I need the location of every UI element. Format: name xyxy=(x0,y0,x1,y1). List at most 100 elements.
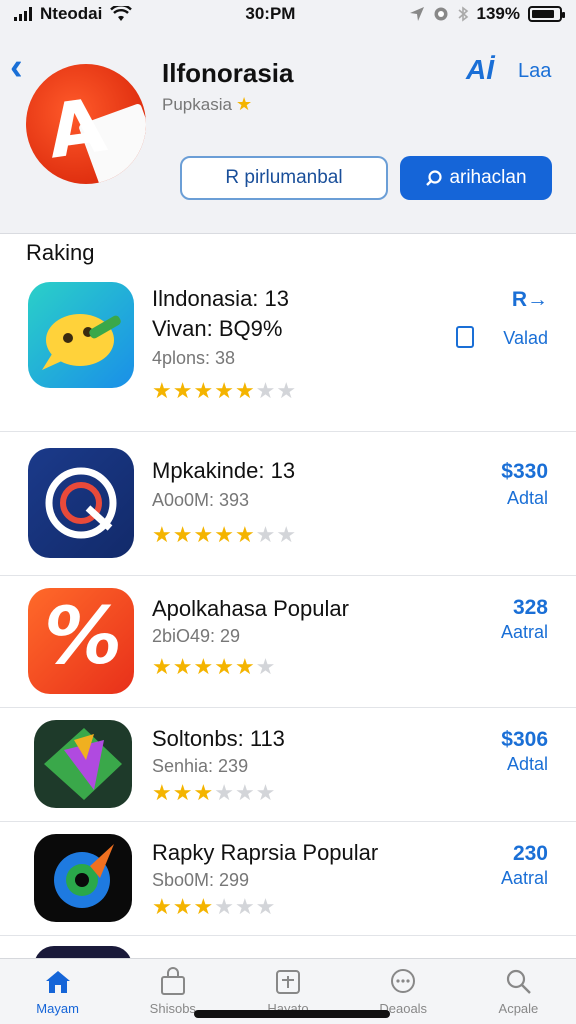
star-filled-icon: ★ xyxy=(172,522,194,547)
row-action[interactable]: Adtal xyxy=(507,488,548,509)
app-name: Ilndonasia: 13 xyxy=(152,286,289,311)
price-label: $306 xyxy=(501,728,548,751)
search-action-label: arihaclan xyxy=(449,167,527,188)
app-meta: 4plons: 38 xyxy=(152,348,236,368)
star-filled-icon: ★ xyxy=(152,378,173,403)
list-item[interactable]: Mpkakinde: 13 A0o0M: 393 ★★★★★★★ $330 Ad… xyxy=(0,432,576,576)
carrier-name: Nteodai xyxy=(40,4,103,23)
price-label: 328 xyxy=(512,596,548,619)
star-filled-icon: ★ xyxy=(172,654,194,679)
star-filled-icon: ★ xyxy=(172,378,194,403)
star-filled-icon: ★ xyxy=(214,378,235,403)
app-subtitle: Pupkasia ★ xyxy=(162,94,252,115)
star-filled-icon: ★ xyxy=(172,780,194,805)
star-filled-icon: ★ xyxy=(214,522,235,547)
app-icon-spiral xyxy=(34,834,132,922)
star-filled-icon: ★ xyxy=(193,522,215,547)
star-filled-icon: ★ xyxy=(172,894,194,919)
app-meta: Senhia: 239 xyxy=(152,756,249,776)
search-action-button[interactable]: arihaclan xyxy=(400,156,552,200)
section-title: Raking xyxy=(26,240,95,265)
tab-label: Shisobs xyxy=(149,1001,196,1016)
status-time: 30:PM xyxy=(245,4,296,23)
home-icon xyxy=(45,971,70,993)
row-action[interactable]: Aatral xyxy=(501,622,548,643)
outline-button[interactable]: R pirlumanbal xyxy=(180,156,388,200)
back-chevron-icon[interactable]: ‹ xyxy=(10,48,36,86)
star-empty-icon: ★ xyxy=(255,522,277,547)
star-empty-icon: ★ xyxy=(276,522,298,547)
rating-stars: ★★★★★★★ xyxy=(152,522,297,548)
app-name: Rapky Raprsia Popular xyxy=(152,840,379,865)
star-empty-icon: ★ xyxy=(255,378,277,403)
chat-icon xyxy=(391,969,416,993)
star-filled-icon: ★ xyxy=(152,894,173,919)
ranking-list: Ilndonasia: 13 Vivan: BQ9% 4plons: 38 ★★… xyxy=(0,278,576,966)
swirl-logo-icon xyxy=(45,467,117,539)
app-meta: Sbo0M: 299 xyxy=(152,870,250,890)
battery-icon xyxy=(528,6,565,22)
list-item[interactable]: Soltonbs: 113 Senhia: 239 ★★★★★★ $306 Ad… xyxy=(0,708,576,822)
app-name: Mpkakinde: 13 xyxy=(152,458,296,483)
row-action[interactable]: Adtal xyxy=(507,754,548,775)
star-filled-icon: ★ xyxy=(193,894,215,919)
app-subtitle-text: Pupkasia xyxy=(162,94,232,114)
rating-stars: ★★★★★★★ xyxy=(152,378,297,404)
row-action[interactable]: Aatral xyxy=(501,868,548,889)
tab-label: Mayam xyxy=(36,1001,79,1016)
star-empty-icon: ★ xyxy=(255,780,277,805)
status-right: 139% xyxy=(409,4,565,24)
app-icon-chat-emoji xyxy=(28,282,134,388)
percent-glyph-icon: % xyxy=(44,592,123,682)
tab-search[interactable]: Acpale xyxy=(461,959,576,1024)
app-title: Ilfonorasia xyxy=(162,58,294,88)
tab-home[interactable]: Mayam xyxy=(0,959,115,1024)
star-filled-icon: ★ xyxy=(193,780,215,805)
plus-box-icon xyxy=(276,970,300,994)
bag-icon xyxy=(456,326,474,348)
header-link[interactable]: Laa xyxy=(518,60,551,83)
star-empty-icon: ★ xyxy=(214,894,235,919)
star-empty-icon: ★ xyxy=(255,894,277,919)
star-filled-icon: ★ xyxy=(193,654,215,679)
translate-icon[interactable]: Aİ xyxy=(466,54,494,86)
shapes-logo-icon xyxy=(44,728,122,800)
star-filled-icon: ★ xyxy=(214,654,235,679)
price-label: $330 xyxy=(501,460,548,483)
rating-stars: ★★★★★★ xyxy=(152,894,276,920)
price-label: 230 xyxy=(512,842,548,865)
star-filled-icon: ★ xyxy=(193,378,215,403)
app-meta: 2biO49: 29 xyxy=(152,626,241,646)
star-filled-icon: ★ xyxy=(234,378,256,403)
app-icon-shapes xyxy=(34,720,132,808)
app-name: Apolkahasa Popular xyxy=(152,596,349,621)
app-icon-percent: % xyxy=(28,588,134,694)
bag-icon xyxy=(160,967,185,995)
battery-fill xyxy=(532,10,555,18)
star-empty-icon: ★ xyxy=(234,780,256,805)
emoji-bubble-icon xyxy=(42,314,121,370)
battery-percent: 139% xyxy=(476,4,520,23)
row-action[interactable]: Valad xyxy=(503,328,548,349)
spiral-logo-icon xyxy=(54,844,114,908)
logo-letter-a-icon: A xyxy=(42,82,111,176)
tab-label: Acpale xyxy=(498,1001,539,1016)
star-filled-icon: ★ xyxy=(234,522,256,547)
app-icon-swirl xyxy=(28,448,134,558)
search-icon xyxy=(426,170,443,186)
open-link[interactable]: R→ xyxy=(512,288,548,312)
list-item[interactable]: Rapky Raprsia Popular Sbo0M: 299 ★★★★★★ … xyxy=(0,822,576,936)
status-left: Nteodai xyxy=(14,4,133,24)
home-indicator xyxy=(194,1010,390,1018)
list-item[interactable]: % Apolkahasa Popular 2biO49: 29 ★★★★★★ 3… xyxy=(0,576,576,708)
app-detail: Vivan: BQ9% xyxy=(152,316,283,341)
wifi-icon xyxy=(110,6,133,21)
signal-icon xyxy=(14,7,32,21)
list-item[interactable]: Ilndonasia: 13 Vivan: BQ9% 4plons: 38 ★★… xyxy=(0,278,576,432)
rating-stars: ★★★★★★ xyxy=(152,780,276,806)
star-empty-icon: ★ xyxy=(255,654,277,679)
app-logo: A xyxy=(26,64,146,184)
star-empty-icon: ★ xyxy=(234,894,256,919)
app-name: Soltonbs: 113 xyxy=(152,726,285,751)
alarm-icon xyxy=(434,7,448,21)
